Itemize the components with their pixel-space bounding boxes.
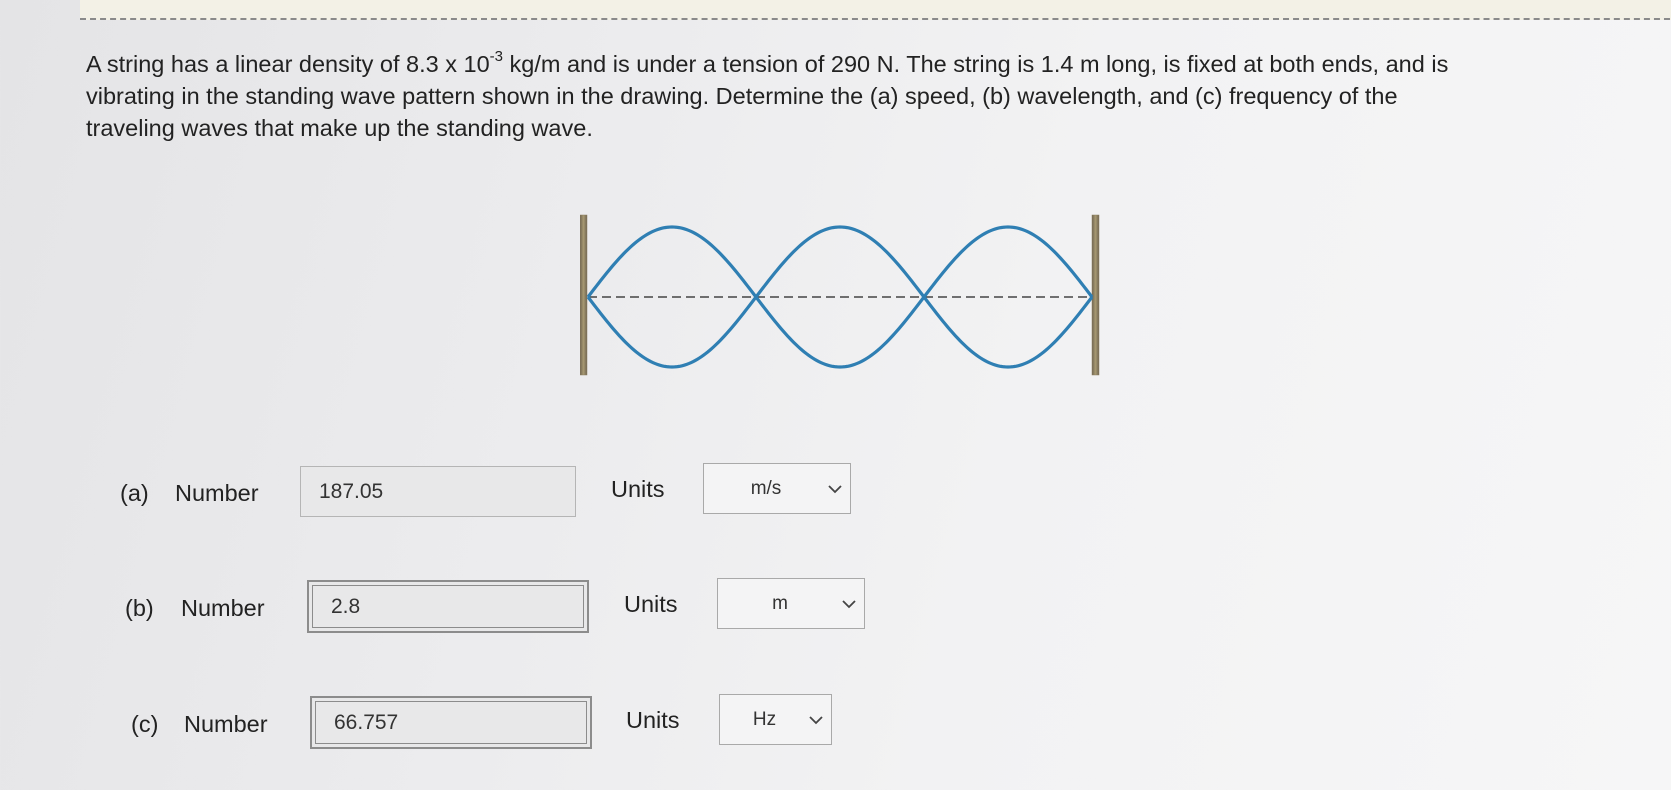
standing-wave-figure: [580, 214, 1100, 376]
problem-statement: A string has a linear density of 8.3 x 1…: [86, 48, 1566, 144]
wavelength-unit-value: m: [772, 592, 788, 614]
part-label-c: (c): [131, 711, 159, 737]
part-label-b: (b): [125, 595, 154, 621]
frequency-value: 66.757: [334, 710, 399, 734]
wavelength-units-select[interactable]: m: [717, 578, 865, 629]
number-label-c: Number: [184, 711, 268, 737]
speed-value: 187.05: [319, 479, 384, 503]
chevron-down-icon: [828, 484, 842, 493]
answer-row-c: (c) Number 66.757 Units Hz: [0, 694, 900, 754]
problem-line-2: vibrating in the standing wave pattern s…: [86, 83, 1398, 109]
frequency-units-select[interactable]: Hz: [719, 694, 832, 745]
number-label-b: Number: [181, 595, 265, 621]
chevron-down-icon: [809, 715, 823, 724]
speed-unit-value: m/s: [750, 477, 782, 499]
answer-row-a: (a) Number 187.05 Units m/s: [0, 463, 900, 523]
speed-number-input[interactable]: 187.05: [300, 466, 576, 517]
previous-section-divider: [80, 0, 1671, 20]
frequency-number-input[interactable]: 66.757: [310, 696, 592, 749]
problem-line-1: A string has a linear density of 8.3 x 1…: [86, 48, 1449, 77]
wavelength-value: 2.8: [331, 594, 361, 618]
units-label-c: Units: [626, 707, 680, 733]
right-wall: [1091, 214, 1100, 376]
wavelength-number-input[interactable]: 2.8: [307, 580, 589, 633]
chevron-down-icon: [842, 599, 856, 608]
units-label-b: Units: [624, 591, 678, 617]
number-label-a: Number: [175, 480, 259, 506]
units-label-a: Units: [611, 476, 665, 502]
left-wall: [580, 214, 588, 376]
answer-row-b: (b) Number 2.8 Units m: [0, 578, 900, 638]
speed-units-select[interactable]: m/s: [703, 463, 851, 514]
part-label-a: (a): [120, 480, 149, 506]
frequency-unit-value: Hz: [752, 708, 777, 730]
problem-line-3: traveling waves that make up the standin…: [86, 115, 593, 141]
